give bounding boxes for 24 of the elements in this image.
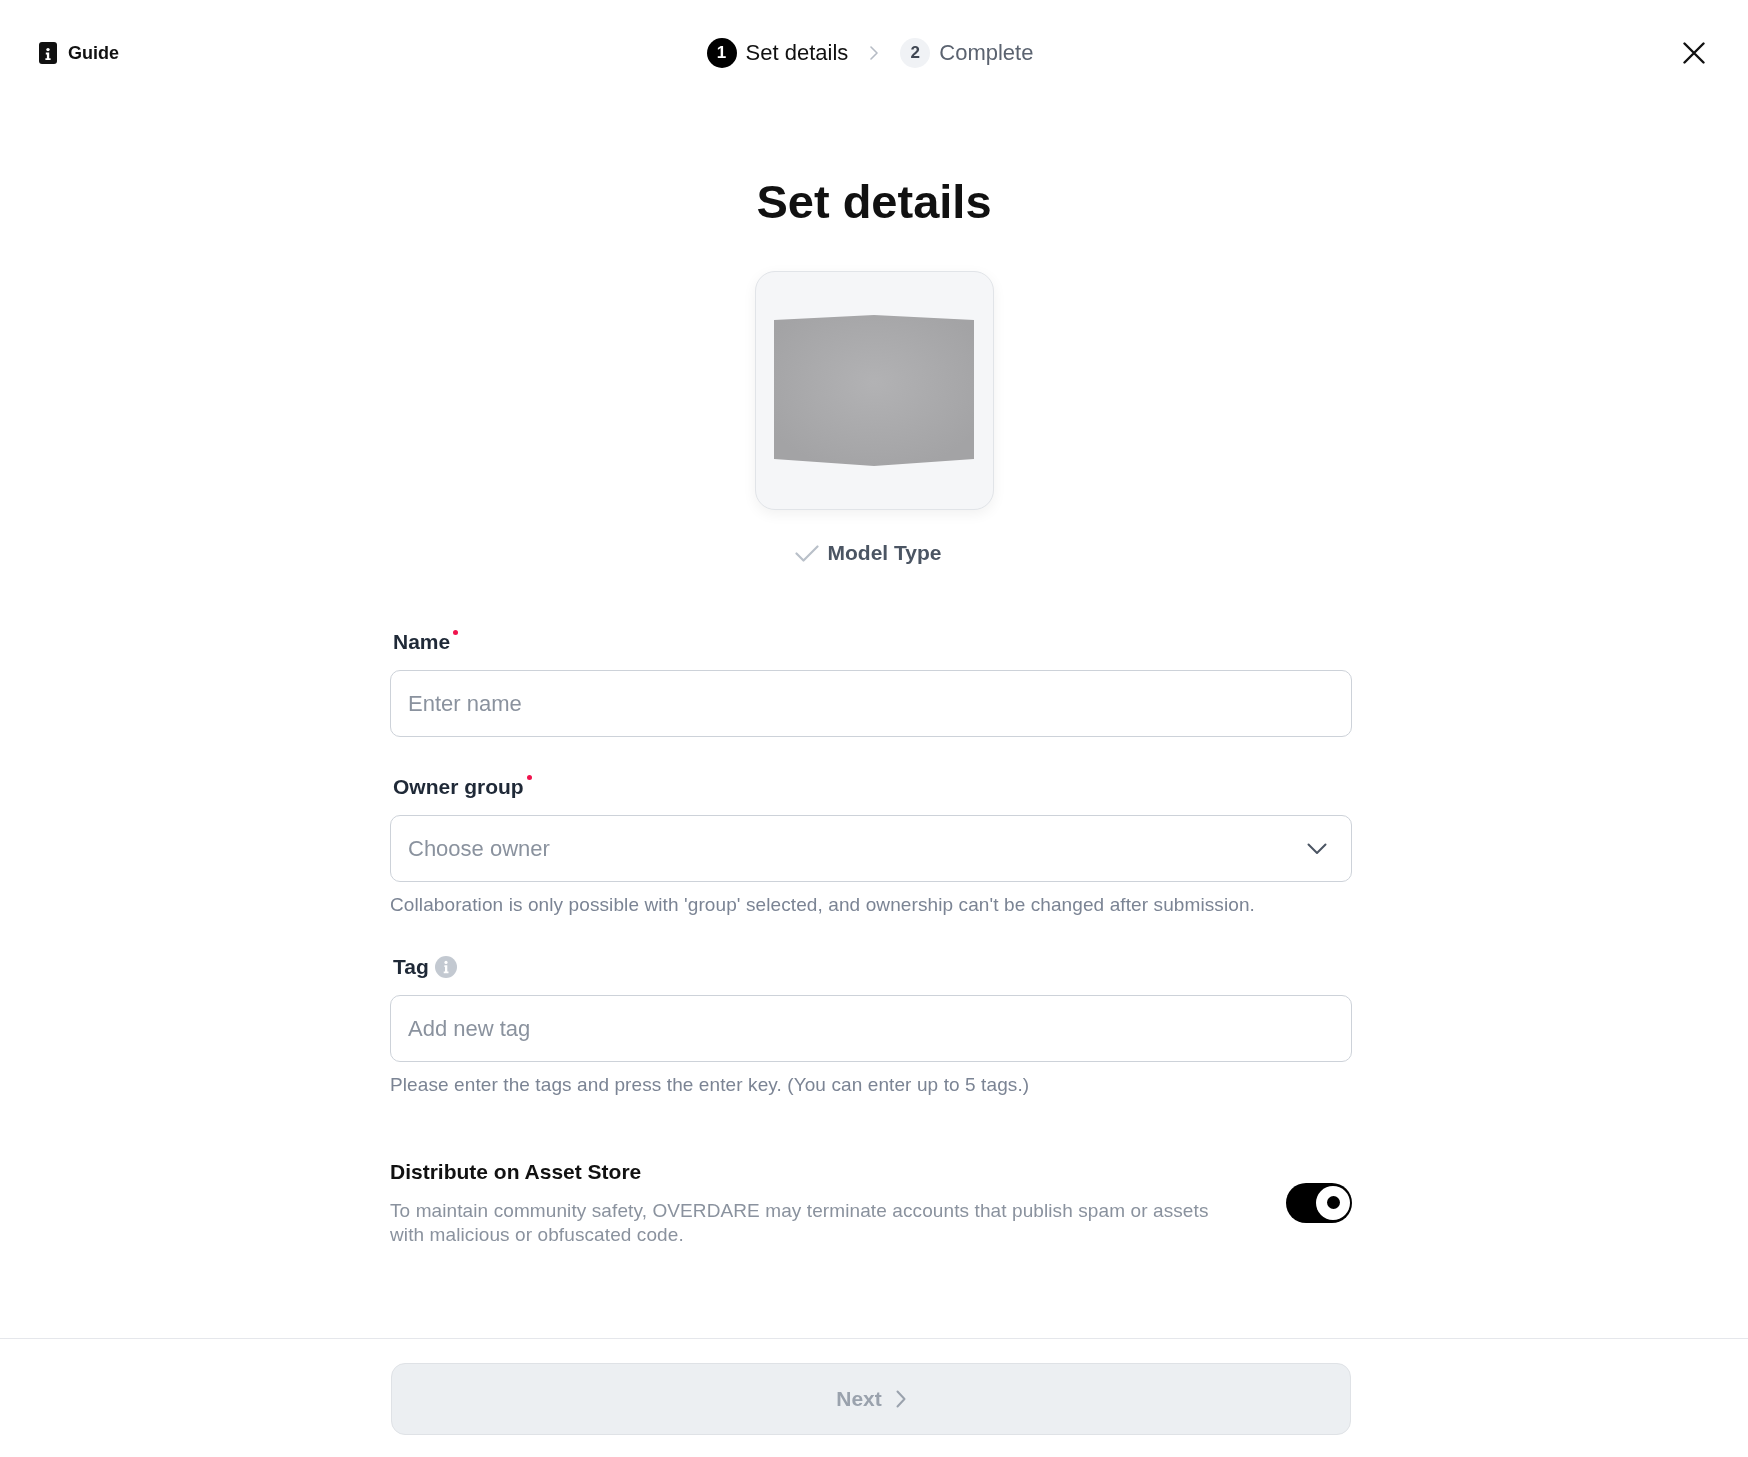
- field-label: Tag: [393, 954, 429, 980]
- field-label: Name: [393, 629, 451, 655]
- dropdown-select[interactable]: Choose owner: [390, 815, 1352, 882]
- guide-button[interactable]: Guide: [39, 42, 119, 64]
- section-description: To maintain community safety, OVERDARE may terminate accounts that publish spam or assets with malicious or obfuscated code.: [390, 1199, 1210, 1247]
- text-input[interactable]: Enter name: [390, 670, 1352, 737]
- close-button[interactable]: [1683, 42, 1705, 64]
- step-label: Set details: [745, 40, 849, 66]
- field-label: Owner group: [393, 774, 524, 800]
- help-text: Please enter the tags and press the enter key. (You can enter up to 5 tags.): [390, 1073, 1031, 1097]
- step-number: 2: [900, 38, 931, 68]
- model-type-label: Model Type: [827, 540, 942, 566]
- toggle-switch[interactable]: [1286, 1182, 1352, 1223]
- step-label: Complete: [939, 40, 1034, 66]
- chevron-right-icon: [895, 1390, 906, 1408]
- page-title: Set details: [756, 174, 992, 230]
- chevron-right-icon: [870, 46, 879, 60]
- text-input[interactable]: Add new tag: [390, 995, 1352, 1062]
- section-title: Distribute on Asset Store: [390, 1159, 643, 1185]
- close-icon: [1683, 42, 1705, 64]
- step-number: 1: [706, 38, 737, 68]
- help-text: Collaboration is only possible with 'group' selected, and ownership can't be changed after submission.: [390, 893, 1256, 917]
- info-document-icon: [39, 42, 57, 64]
- chevron-down-icon: [1307, 842, 1327, 855]
